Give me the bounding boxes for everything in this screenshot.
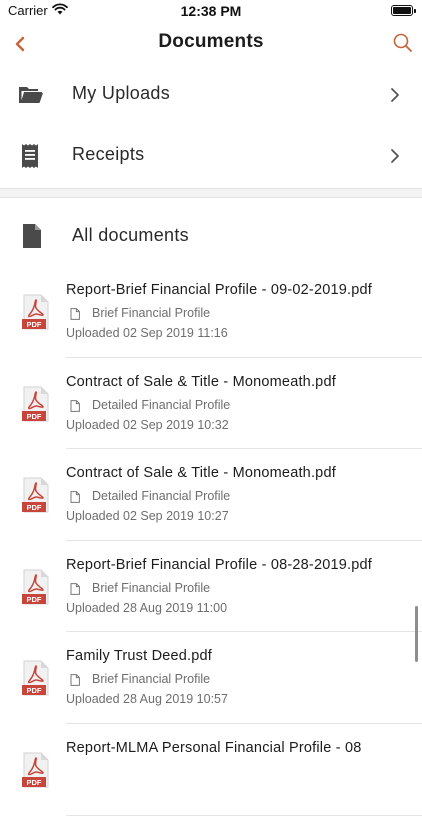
document-title: Family Trust Deed.pdf bbox=[66, 648, 213, 665]
document-title: Report-Brief Financial Profile - 09-02-2… bbox=[66, 282, 372, 298]
pdf-file-icon: PDF bbox=[22, 386, 49, 422]
document-list: PDF Report-Brief Financial Profile - 09-… bbox=[0, 266, 422, 816]
pdf-file-icon: PDF bbox=[22, 477, 49, 513]
document-list-item[interactable]: PDF Contract of Sale & Title - Monomeath… bbox=[0, 358, 422, 450]
document-category: Detailed Financial Profile bbox=[92, 489, 231, 504]
my-uploads-label: My Uploads bbox=[72, 83, 171, 103]
folder-open-icon bbox=[19, 87, 43, 103]
pdf-badge: PDF bbox=[27, 412, 42, 421]
battery-icon bbox=[391, 5, 416, 16]
receipt-icon bbox=[22, 144, 38, 168]
page-title: Documents bbox=[158, 31, 264, 52]
document-category: Brief Financial Profile bbox=[92, 306, 211, 320]
section-separator bbox=[0, 188, 422, 198]
pdf-file-icon: PDF bbox=[22, 569, 49, 605]
document-upload-date: Uploaded 28 Aug 2019 10:57 bbox=[66, 692, 228, 707]
document-upload-date: Uploaded 02 Sep 2019 11:16 bbox=[66, 326, 228, 340]
file-outline-icon bbox=[70, 399, 80, 412]
document-title: Report-MLMA Personal Financial Profile -… bbox=[66, 739, 362, 756]
my-uploads-row[interactable]: My Uploads bbox=[0, 65, 422, 125]
document-title: Contract of Sale & Title - Monomeath.pdf bbox=[66, 465, 336, 482]
document-list-item[interactable]: PDF Report-Brief Financial Profile - 08-… bbox=[0, 541, 422, 633]
status-bar: Carrier 12:38 PM bbox=[0, 0, 422, 24]
pdf-file-icon: PDF bbox=[22, 660, 49, 696]
file-outline-icon bbox=[70, 674, 80, 687]
pdf-badge: PDF bbox=[27, 595, 42, 604]
chevron-right-icon bbox=[391, 149, 399, 163]
document-list-item[interactable]: PDF Report-Brief Financial Profile - 09-… bbox=[0, 266, 422, 358]
all-documents-label: All documents bbox=[72, 225, 189, 245]
row-divider bbox=[66, 814, 422, 816]
clock: 12:38 PM bbox=[180, 3, 242, 19]
document-category: Detailed Financial Profile bbox=[92, 397, 231, 412]
pdf-badge: PDF bbox=[27, 503, 42, 512]
document-title: Report-Brief Financial Profile - 08-28-2… bbox=[66, 556, 372, 573]
pdf-badge: PDF bbox=[27, 320, 42, 329]
document-upload-date: Uploaded 28 Aug 2019 11:00 bbox=[66, 600, 228, 615]
pdf-file-icon: PDF bbox=[22, 752, 49, 788]
document-list-item[interactable]: PDF Report-MLMA Personal Financial Profi… bbox=[0, 724, 422, 816]
file-outline-icon bbox=[70, 582, 80, 595]
chevron-right-icon bbox=[391, 88, 399, 102]
file-outline-icon bbox=[70, 491, 80, 504]
pdf-badge: PDF bbox=[27, 778, 42, 787]
pdf-badge: PDF bbox=[27, 686, 42, 695]
all-documents-header: All documents bbox=[0, 213, 422, 257]
document-category: Brief Financial Profile bbox=[92, 580, 211, 595]
document-upload-date: Uploaded 02 Sep 2019 10:27 bbox=[66, 509, 229, 524]
navigation-bar: Documents bbox=[0, 24, 422, 64]
document-list-item[interactable]: PDF Family Trust Deed.pdf Brief Financia… bbox=[0, 632, 422, 724]
receipts-row[interactable]: Receipts bbox=[0, 126, 422, 186]
document-upload-date: Uploaded 02 Sep 2019 10:32 bbox=[66, 417, 229, 432]
document-category: Brief Financial Profile bbox=[92, 672, 211, 687]
document-icon bbox=[23, 224, 41, 248]
receipts-label: Receipts bbox=[72, 144, 145, 164]
document-list-item[interactable]: PDF Contract of Sale & Title - Monomeath… bbox=[0, 449, 422, 541]
pdf-file-icon: PDF bbox=[22, 294, 49, 330]
search-icon[interactable] bbox=[392, 32, 414, 54]
scroll-indicator[interactable] bbox=[415, 606, 418, 662]
document-title: Contract of Sale & Title - Monomeath.pdf bbox=[66, 373, 336, 390]
file-outline-icon bbox=[70, 308, 80, 320]
